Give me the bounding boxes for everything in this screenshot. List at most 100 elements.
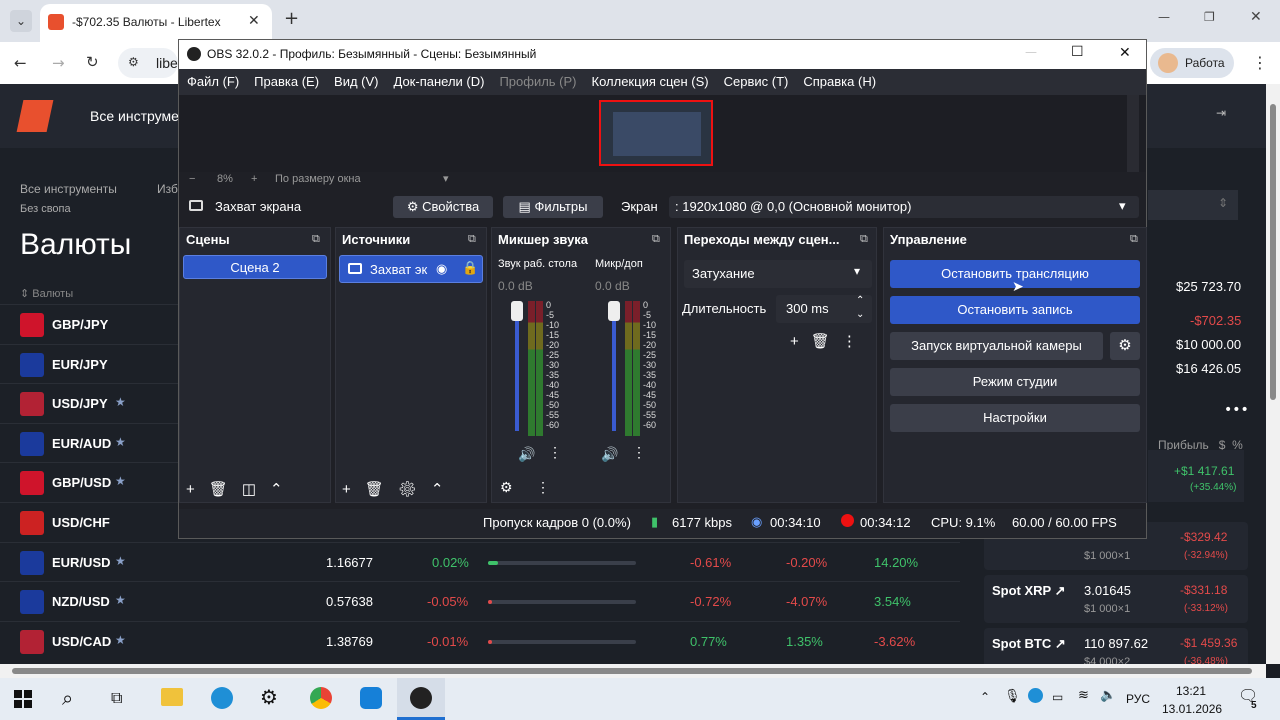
instrument-row[interactable]: USD/CAD ★ 1.38769 -0.01% 0.77% 1.35% -3.6… <box>0 620 960 661</box>
chevron-down-icon[interactable]: ⌄ <box>856 309 864 320</box>
file-explorer-icon[interactable] <box>161 688 183 706</box>
kebab-icon[interactable]: ⋮ <box>548 444 562 461</box>
speaker-icon[interactable]: 🔊 <box>518 446 535 463</box>
all-instruments-link[interactable]: Все инструме <box>90 108 179 124</box>
battery-icon[interactable]: ▭ <box>1052 690 1063 704</box>
stop-record-button[interactable]: Остановить запись <box>890 296 1140 324</box>
speaker-icon[interactable]: 🔊 <box>601 446 618 463</box>
menu-file[interactable]: Файл (F) <box>187 74 239 89</box>
scene-item[interactable]: Сцена 2 <box>183 255 327 279</box>
zoom-in-button[interactable]: + <box>251 173 257 185</box>
volume-icon[interactable]: 🔈 <box>1100 688 1116 703</box>
menu-scene-collection[interactable]: Коллекция сцен (S) <box>592 74 709 89</box>
filter-icon[interactable]: ◫ <box>242 481 270 498</box>
filters-button[interactable]: ▤ Фильтры <box>503 196 603 218</box>
mixer-settings-icon[interactable]: ⚙ <box>500 479 513 496</box>
microphone-icon[interactable]: 🎙 <box>1004 689 1021 704</box>
duration-spinbox[interactable]: 300 ms ⌃ ⌄ <box>776 295 872 323</box>
close-window-icon[interactable]: ✕ <box>1250 9 1262 25</box>
trash-icon[interactable]: 🗑 <box>811 333 842 350</box>
forward-icon[interactable]: → <box>52 54 65 72</box>
kebab-menu-icon[interactable]: ⋮ <box>1252 53 1268 72</box>
zoom-fit-select[interactable]: По размеру окна <box>275 173 361 185</box>
kebab-icon[interactable]: ⋮ <box>842 333 869 350</box>
nav-favorites[interactable]: Изб <box>157 182 178 196</box>
lock-icon[interactable]: 🔒 <box>462 260 478 276</box>
screen-select[interactable]: : 1920x1080 @ 0,0 (Основной монитор) ▾ <box>669 196 1139 218</box>
undock-icon[interactable]: ⧉ <box>652 233 660 246</box>
task-view-icon[interactable]: ⧉ <box>111 688 122 708</box>
kebab-icon[interactable]: ⋮ <box>536 479 550 496</box>
sort-header[interactable]: ⇕ Валюты <box>20 287 73 300</box>
clock-time[interactable]: 13:21 <box>1176 684 1206 698</box>
add-icon[interactable]: + <box>790 333 811 350</box>
panel-toggle-icon[interactable]: ⇥ <box>1216 106 1226 120</box>
obs-taskbar-button[interactable] <box>397 678 445 720</box>
position-card[interactable]: +$1 417.61 (+35.44%) <box>1148 450 1244 502</box>
kebab-icon[interactable]: ⋮ <box>632 444 646 461</box>
instrument-row[interactable]: NZD/USD ★ 0.57638 -0.05% -0.72% -4.07% 3.… <box>0 581 960 621</box>
menu-help[interactable]: Справка (H) <box>803 74 876 89</box>
instrument-row[interactable]: EUR/USD ★ 1.16677 0.02% -0.61% -0.20% 14.… <box>0 541 960 582</box>
add-icon[interactable]: + <box>342 481 365 498</box>
reload-icon[interactable]: ↻ <box>86 53 99 71</box>
virtual-camera-settings-icon[interactable]: ⚙ <box>1110 332 1140 360</box>
volume-slider-handle[interactable] <box>511 301 523 321</box>
libertex-logo-icon[interactable] <box>16 100 54 132</box>
chevron-up-icon[interactable]: ⌃ <box>270 481 297 498</box>
settings-button[interactable]: Настройки <box>890 404 1140 432</box>
new-tab-icon[interactable]: + <box>284 8 299 29</box>
menu-docks[interactable]: Док-панели (D) <box>394 74 485 89</box>
restore-icon[interactable]: ❐ <box>1204 10 1215 24</box>
back-icon[interactable]: ← <box>14 54 27 72</box>
browser-tab[interactable]: -$702.35 Валюты - Libertex ✕ <box>40 4 272 42</box>
undock-icon[interactable]: ⧉ <box>312 233 320 246</box>
chrome-icon[interactable] <box>310 687 332 709</box>
address-bar[interactable]: ⚙ liber <box>118 48 182 78</box>
undock-icon[interactable]: ⧉ <box>860 233 868 246</box>
properties-button[interactable]: ⚙ Свойства <box>393 196 493 218</box>
more-icon[interactable]: ••• <box>1224 402 1249 418</box>
favorite-star-icon[interactable]: ★ <box>115 435 126 449</box>
tab-list-button[interactable]: ⌄ <box>10 10 32 32</box>
eye-icon[interactable]: ◉ <box>436 261 447 277</box>
trash-icon[interactable]: 🗑 <box>209 481 242 498</box>
favorite-star-icon[interactable]: ★ <box>115 633 126 647</box>
menu-profile[interactable]: Профиль (P) <box>499 74 576 89</box>
settings-gear-icon[interactable]: ⚙ <box>260 685 278 709</box>
studio-mode-button[interactable]: Режим студии <box>890 368 1140 396</box>
preview-area[interactable] <box>179 95 1146 172</box>
undock-icon[interactable]: ⧉ <box>468 233 476 246</box>
favorite-star-icon[interactable]: ★ <box>115 593 126 607</box>
chevron-up-icon[interactable]: ⌃ <box>431 481 458 498</box>
zoom-out-button[interactable]: − <box>189 173 195 185</box>
chevron-up-icon[interactable]: ⌃ <box>856 295 864 306</box>
teamviewer-icon[interactable] <box>360 687 382 709</box>
tray-arrow-icon[interactable]: ⌃ <box>980 690 990 704</box>
source-item[interactable]: Захват эк ◉ 🔒 <box>339 255 483 283</box>
menu-tools[interactable]: Сервис (T) <box>724 74 789 89</box>
virtual-camera-button[interactable]: Запуск виртуальной камеры <box>890 332 1103 360</box>
obs-close-icon[interactable]: ✕ <box>1119 45 1131 61</box>
language-indicator[interactable]: РУС <box>1126 692 1150 706</box>
undock-icon[interactable]: ⧉ <box>1130 233 1138 246</box>
horizontal-scrollbar[interactable] <box>0 664 1266 678</box>
tray-app-icon[interactable] <box>1028 688 1043 703</box>
chevron-down-icon[interactable]: ▾ <box>443 172 449 185</box>
trash-icon[interactable]: 🗑 <box>365 481 398 498</box>
search-icon[interactable]: ⌕ <box>62 686 73 710</box>
transition-select[interactable]: Затухание ▾ <box>684 260 872 288</box>
minimize-icon[interactable]: — <box>1158 10 1170 24</box>
preview-source-frame[interactable] <box>599 100 713 166</box>
hscroll-thumb[interactable] <box>12 668 1252 674</box>
gear-icon[interactable]: ⚙ <box>398 481 431 498</box>
preview-scrollbar[interactable] <box>1127 95 1139 172</box>
favorite-star-icon[interactable]: ★ <box>115 474 126 488</box>
profile-button[interactable]: Работа <box>1150 48 1234 78</box>
nav-no-swap[interactable]: Без свопа <box>20 203 71 215</box>
menu-edit[interactable]: Правка (E) <box>254 74 319 89</box>
obs-minimize-icon[interactable]: — <box>1025 45 1037 59</box>
volume-slider-handle[interactable] <box>608 301 620 321</box>
wifi-icon[interactable]: ≋ <box>1078 688 1089 703</box>
position-card[interactable]: Spot XRP ↗ 3.01645 $1 000×1 -$331.18 (-3… <box>984 575 1248 623</box>
